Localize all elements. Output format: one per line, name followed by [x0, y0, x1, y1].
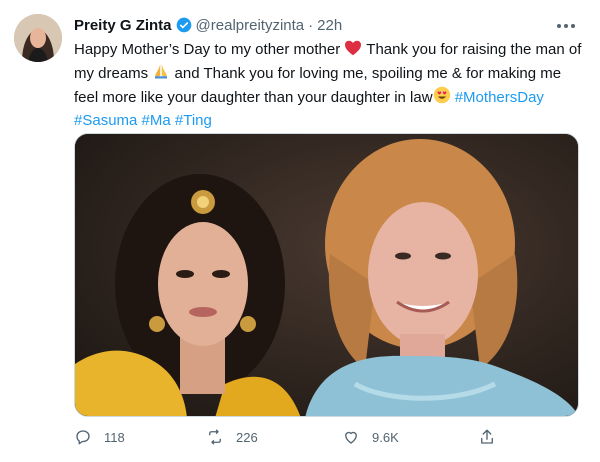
- retweet-button[interactable]: 226: [206, 428, 258, 446]
- reply-icon: [76, 430, 90, 445]
- like-button[interactable]: 9.6K: [342, 428, 399, 446]
- tweet-card[interactable]: Preity G Zinta @realpreityzinta · 22h Ha…: [0, 0, 600, 462]
- verified-badge-icon: [176, 17, 192, 33]
- more-icon[interactable]: [556, 16, 576, 30]
- separator-dot: ·: [308, 16, 314, 34]
- share-icon: [481, 429, 493, 444]
- author-handle[interactable]: @realpreityzinta: [196, 17, 305, 34]
- tweet-text-part1: Happy Mother’s Day to my other mother: [74, 41, 341, 58]
- red-heart-emoji: [344, 40, 362, 62]
- like-count: 9.6K: [372, 429, 399, 445]
- tweet-header: Preity G Zinta @realpreityzinta · 22h: [74, 14, 342, 36]
- folded-hands-emoji: [152, 62, 170, 86]
- retweet-count: 226: [236, 429, 258, 445]
- heart-eyes-emoji: [433, 86, 451, 110]
- like-icon: [345, 431, 357, 444]
- hashtag-ting[interactable]: #Ting: [175, 112, 212, 129]
- share-button[interactable]: [478, 428, 508, 446]
- tweet-text: Happy Mother’s Day to my other mother Th…: [74, 39, 586, 131]
- author-name[interactable]: Preity G Zinta: [74, 17, 172, 34]
- tweet-time[interactable]: 22h: [317, 17, 342, 34]
- reply-count: 118: [104, 429, 125, 445]
- hashtag-mothersday[interactable]: #MothersDay: [455, 89, 544, 106]
- hashtag-ma[interactable]: #Ma: [142, 112, 171, 129]
- avatar[interactable]: [14, 14, 62, 62]
- retweet-icon: [209, 429, 221, 445]
- hashtag-sasuma[interactable]: #Sasuma: [74, 112, 137, 129]
- tweet-photo[interactable]: [74, 133, 579, 417]
- reply-button[interactable]: 118: [74, 428, 125, 446]
- tweet-actions: 118 226 9.6K: [74, 428, 574, 448]
